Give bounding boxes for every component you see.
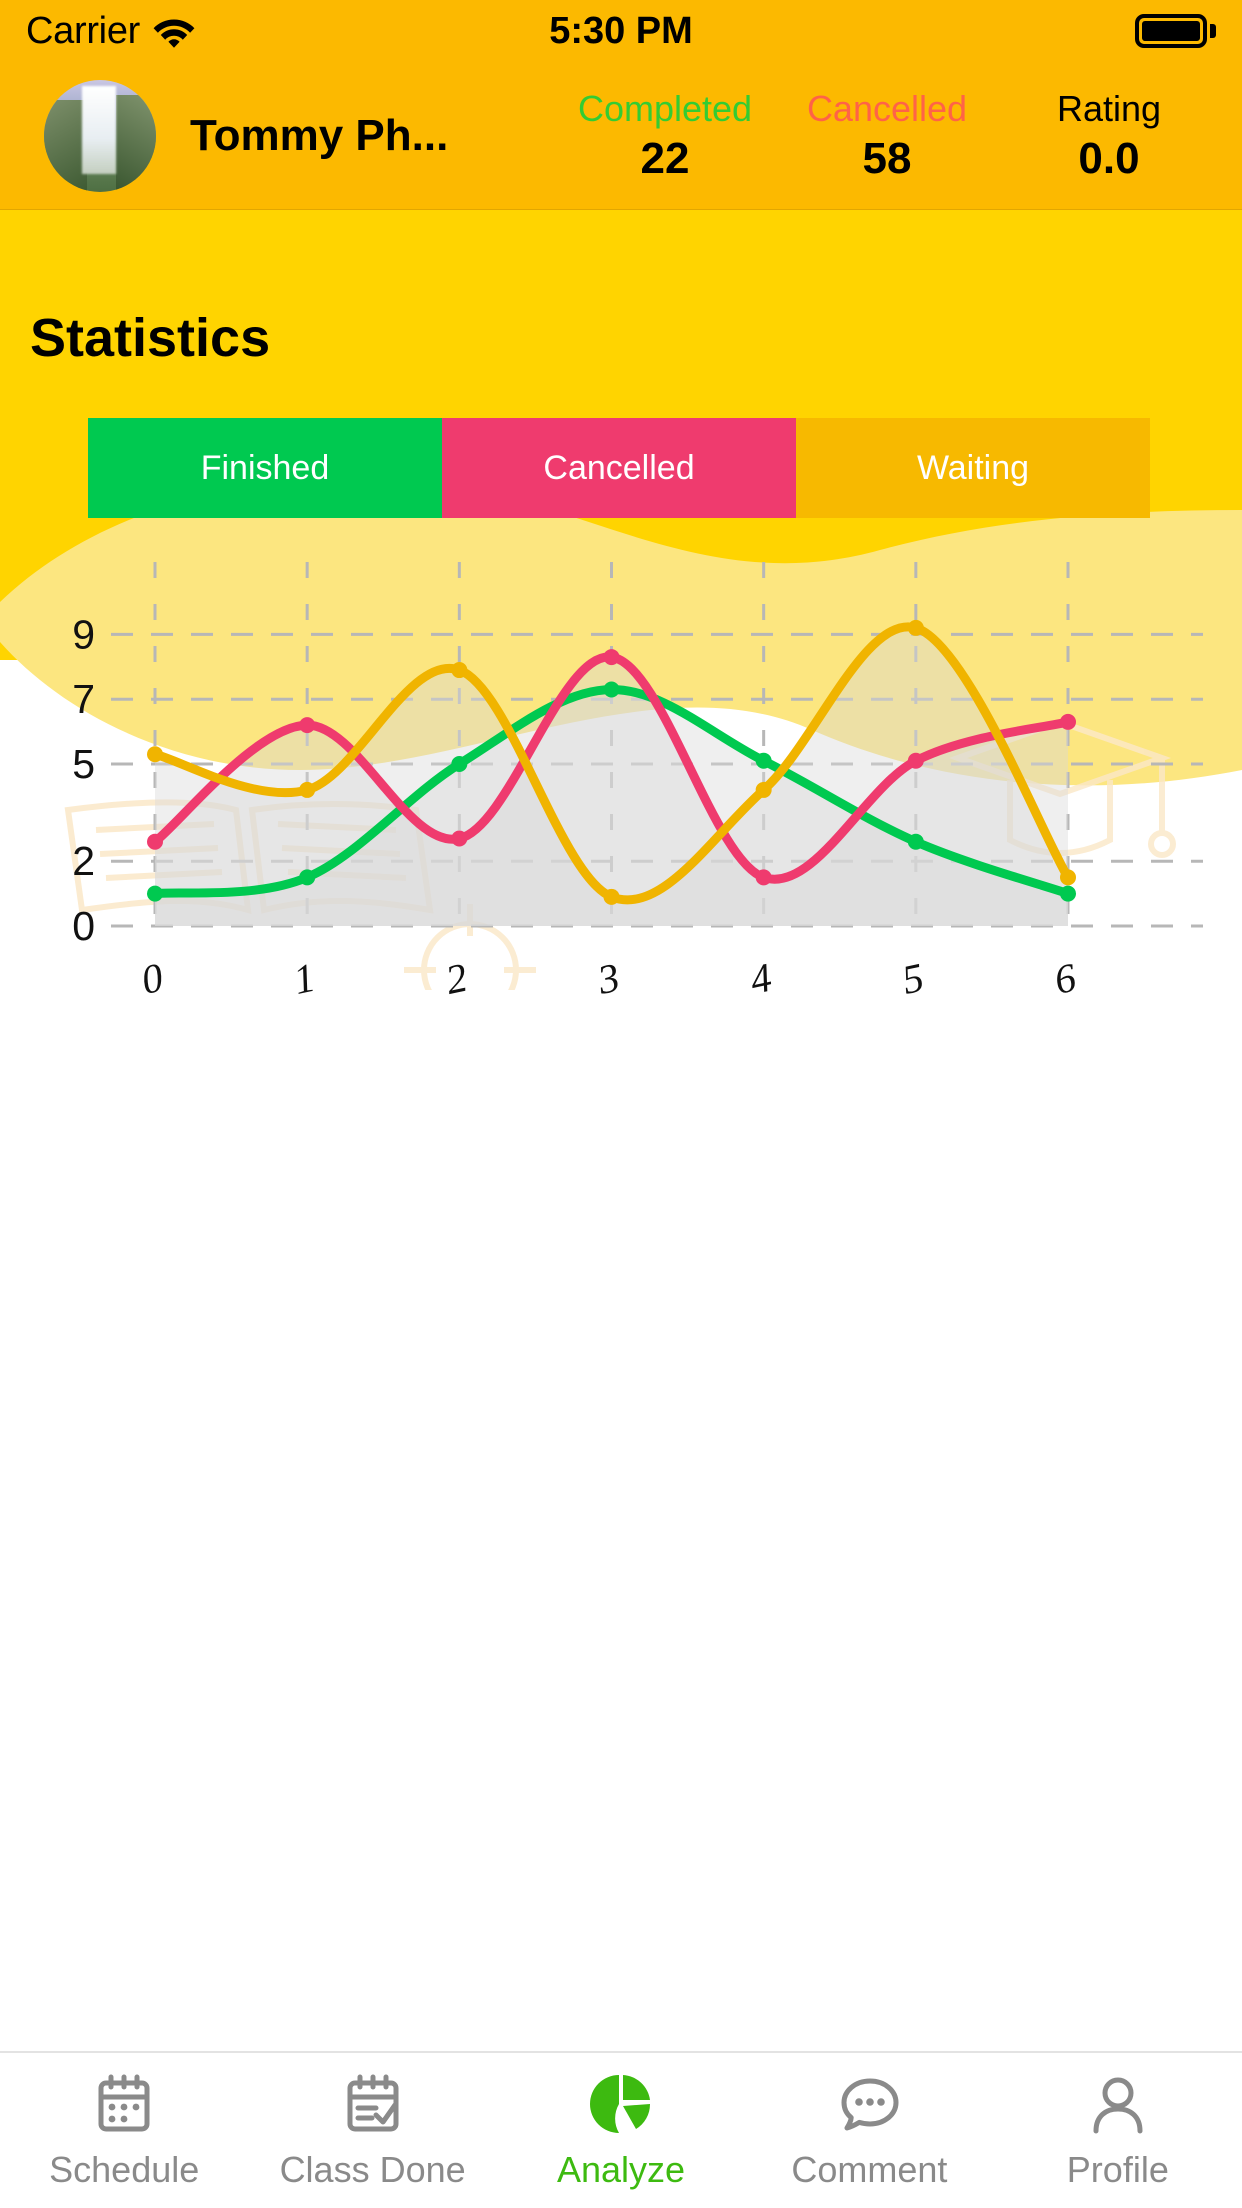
tab-finished-label: Finished xyxy=(200,448,330,487)
stat-cancelled-label: Cancelled xyxy=(806,87,968,129)
status-bar-left: Carrier xyxy=(26,10,196,53)
statistics-chart[interactable]: 0 2 5 7 9 0 1 2 3 4 5 6 xyxy=(0,540,1242,1020)
svg-text:5: 5 xyxy=(898,954,928,1003)
svg-text:6: 6 xyxy=(1050,954,1080,1003)
battery-fill xyxy=(1142,21,1200,41)
segmented-tabs: Finished Cancelled Waiting xyxy=(88,418,1150,518)
wifi-icon xyxy=(152,14,196,48)
calendar-icon xyxy=(91,2071,157,2137)
svg-text:2: 2 xyxy=(72,838,95,884)
nav-item-comment-label: Comment xyxy=(791,2149,948,2190)
nav-item-schedule[interactable]: Schedule xyxy=(0,2071,248,2191)
svg-text:2: 2 xyxy=(442,954,472,1003)
battery-full-icon xyxy=(1135,14,1216,48)
user-name: Tommy Ph... xyxy=(190,110,449,160)
stat-completed-value: 22 xyxy=(640,133,690,183)
svg-text:7: 7 xyxy=(72,676,95,722)
stat-completed: Completed 22 xyxy=(554,87,776,185)
chart-y-axis-labels: 0 2 5 7 9 xyxy=(72,611,95,949)
status-bar-right xyxy=(1135,14,1216,48)
calendar-check-icon xyxy=(340,2071,406,2137)
nav-item-analyze-label: Analyze xyxy=(556,2149,686,2190)
nav-item-analyze[interactable]: Analyze xyxy=(497,2071,745,2191)
svg-text:5: 5 xyxy=(72,741,95,787)
battery-cap xyxy=(1210,24,1216,38)
svg-text:9: 9 xyxy=(72,611,95,657)
app-root: Carrier 5:30 PM Tommy Ph... Completed 22… xyxy=(0,0,1242,2208)
nav-item-profile-label: Profile xyxy=(1066,2149,1169,2190)
avatar-art-waterfall xyxy=(82,86,116,174)
stat-rating-label: Rating xyxy=(1056,87,1162,129)
stat-cancelled: Cancelled 58 xyxy=(776,87,998,185)
svg-text:4: 4 xyxy=(746,954,776,1003)
nav-item-profile[interactable]: Profile xyxy=(994,2071,1242,2191)
user-icon xyxy=(1085,2071,1151,2137)
tab-cancelled[interactable]: Cancelled xyxy=(442,418,796,518)
stat-rating: Rating 0.0 xyxy=(998,87,1220,185)
battery-shell xyxy=(1135,14,1207,48)
nav-item-class-done-label: Class Done xyxy=(279,2149,466,2190)
stat-rating-value: 0.0 xyxy=(1078,133,1140,183)
header-stats: Completed 22 Cancelled 58 Rating 0.0 xyxy=(554,87,1220,185)
pie-chart-icon xyxy=(588,2071,654,2137)
chat-bubble-icon xyxy=(836,2071,902,2137)
tab-cancelled-label: Cancelled xyxy=(543,448,695,487)
svg-text:0: 0 xyxy=(72,903,95,949)
main-content: Statistics Finished Cancelled Waiting 0 2… xyxy=(0,210,1242,2051)
bottom-navigation: Schedule Class Done Analyze Comment Prof… xyxy=(0,2051,1242,2208)
svg-text:1: 1 xyxy=(289,954,319,1003)
tab-waiting-label: Waiting xyxy=(916,448,1030,487)
page-title: Statistics xyxy=(30,308,271,368)
carrier-label: Carrier xyxy=(26,9,141,52)
avatar-art-rock-left xyxy=(44,99,87,192)
nav-item-class-done[interactable]: Class Done xyxy=(248,2071,496,2191)
stat-cancelled-value: 58 xyxy=(862,133,912,183)
chart-x-axis-labels: 0 1 2 3 4 5 6 xyxy=(137,954,1080,1004)
status-bar: Carrier 5:30 PM xyxy=(0,0,1242,62)
svg-text:3: 3 xyxy=(593,954,624,1003)
profile-header: Tommy Ph... Completed 22 Cancelled 58 Ra… xyxy=(0,62,1242,210)
nav-item-schedule-label: Schedule xyxy=(49,2149,200,2190)
tab-waiting[interactable]: Waiting xyxy=(796,418,1150,518)
stat-completed-label: Completed xyxy=(577,87,753,129)
avatar-art-rock-right xyxy=(115,95,156,192)
tab-finished[interactable]: Finished xyxy=(88,418,442,518)
nav-item-comment[interactable]: Comment xyxy=(745,2071,993,2191)
svg-text:0: 0 xyxy=(137,954,167,1003)
avatar[interactable] xyxy=(44,79,156,192)
